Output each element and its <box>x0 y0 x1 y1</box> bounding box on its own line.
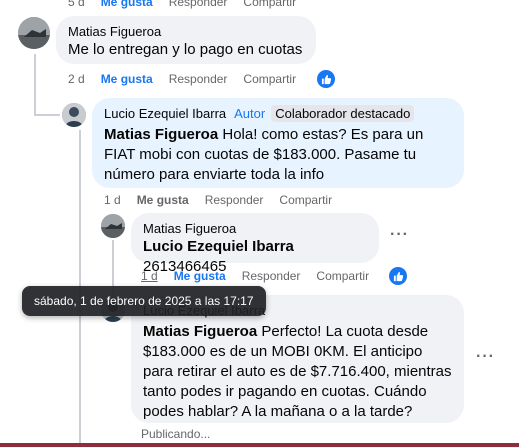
comment-bubble: Lucio Ezequiel Ibarra Autor Colaborador de… <box>92 98 464 188</box>
top-contributor-badge: Colaborador destacado <box>271 105 415 122</box>
comment-text: Matias Figueroa Hola! como estas? Es par… <box>104 126 424 183</box>
timestamp[interactable]: 1 d <box>141 269 158 283</box>
timestamp[interactable]: 2 d <box>68 72 85 86</box>
more-options-icon[interactable]: ··· <box>476 348 495 366</box>
publishing-status: Publicando... <box>141 427 210 441</box>
author-badge: Autor <box>234 106 266 121</box>
share-button[interactable]: Compartir <box>243 72 296 86</box>
comment-author[interactable]: Lucio Ezequiel Ibarra <box>104 106 226 121</box>
avatar[interactable] <box>18 17 50 49</box>
reply-button[interactable]: Responder <box>169 0 228 9</box>
comment-text: Me lo entregan y lo pago en cuotas <box>68 41 303 58</box>
comment-author[interactable]: Matias Figueroa <box>143 220 367 237</box>
share-button[interactable]: Compartir <box>243 0 296 9</box>
thread-line <box>34 54 36 116</box>
timestamp-tooltip: sábado, 1 de febrero de 2025 a las 17:17 <box>22 286 266 316</box>
share-button[interactable]: Compartir <box>279 193 332 207</box>
comment-bubble: Matias Figueroa Lucio Ezequiel Ibarra 26… <box>131 213 379 275</box>
like-button[interactable]: Me gusta <box>101 72 153 86</box>
share-button[interactable]: Compartir <box>316 269 369 283</box>
mention-link[interactable]: Lucio Ezequiel Ibarra <box>143 238 294 255</box>
comment-bubble: Matias Figueroa Me lo entregan y lo pago… <box>56 16 316 64</box>
status-text: Publicando... <box>141 427 211 441</box>
avatar[interactable] <box>62 103 86 127</box>
reply-button[interactable]: Responder <box>242 269 301 283</box>
like-button[interactable]: Me gusta <box>137 193 189 207</box>
like-thumb-icon[interactable] <box>389 267 407 285</box>
thread-line-curve <box>34 114 60 116</box>
bottom-bar <box>0 443 519 447</box>
like-button[interactable]: Me gusta <box>101 0 153 9</box>
comment-text: Matias Figueroa Perfecto! La cuota desde… <box>143 323 452 420</box>
like-thumb-icon[interactable] <box>317 70 335 88</box>
timestamp[interactable]: 5 d <box>68 0 85 9</box>
comment-actions: 2 d Me gusta Responder Compartir <box>68 72 296 86</box>
comment-author[interactable]: Matias Figueroa <box>68 23 304 40</box>
mention-link[interactable]: Matias Figueroa <box>143 323 257 340</box>
comment-actions: 1 d Me gusta Responder Compartir <box>104 193 332 207</box>
comment-actions: 1 d Me gusta Responder Compartir <box>141 269 369 283</box>
reply-button[interactable]: Responder <box>169 72 228 86</box>
reply-button[interactable]: Responder <box>205 193 264 207</box>
comment-author-row: Lucio Ezequiel Ibarra Autor Colaborador de… <box>104 105 452 122</box>
like-button[interactable]: Me gusta <box>174 269 226 283</box>
avatar[interactable] <box>101 214 125 238</box>
comment-actions: 5 d Me gusta Responder Compartir <box>68 0 296 9</box>
mention-link[interactable]: Matias Figueroa <box>104 126 218 143</box>
more-options-icon[interactable]: ··· <box>390 226 409 244</box>
timestamp[interactable]: 1 d <box>104 193 121 207</box>
